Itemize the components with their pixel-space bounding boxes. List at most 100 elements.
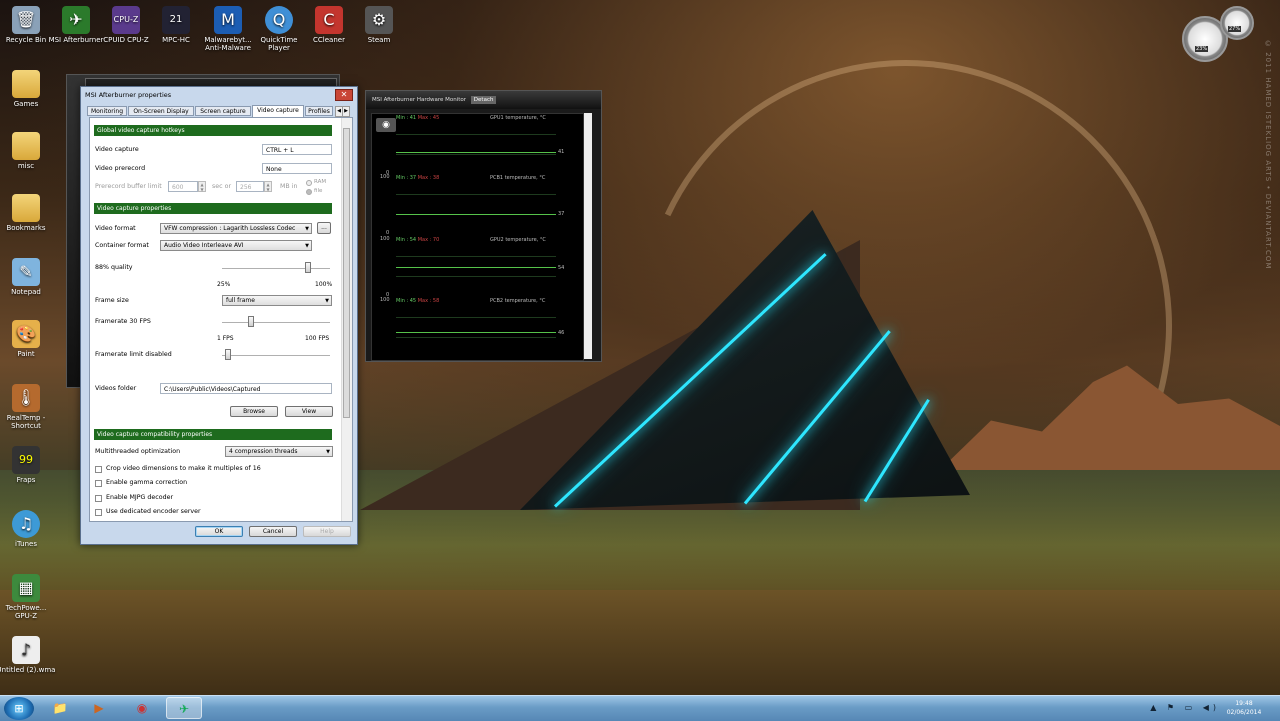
taskbar-media-player-icon[interactable]: ▶: [81, 697, 117, 719]
desktop-icon-paint[interactable]: 🎨 Paint: [0, 320, 56, 358]
mpc-hc-icon: 21: [162, 6, 190, 34]
video-prerecord-hotkey-field[interactable]: None: [262, 163, 332, 174]
prerecord-mb-spinner[interactable]: ▲ ▼: [264, 181, 272, 192]
recycle-bin-icon: 🗑: [12, 6, 40, 34]
memory-gauge-label: 27%: [1228, 26, 1242, 32]
steam-icon: ⚙: [365, 6, 393, 34]
taskbar-msi-afterburner-icon[interactable]: ✈: [166, 697, 202, 719]
desktop-icon-steam[interactable]: ⚙ Steam: [349, 6, 409, 44]
crop-checkbox-label: Crop video dimensions to make it multipl…: [106, 465, 261, 472]
folder-icon: [12, 132, 40, 160]
tab-screen-capture[interactable]: Screen capture: [195, 106, 251, 116]
graph-title: GPU1 temperature, °C: [490, 115, 546, 121]
panel-scrollbar-thumb[interactable]: [343, 128, 350, 418]
graph-line: [396, 214, 556, 215]
start-button[interactable]: ⊞: [4, 697, 34, 720]
view-button[interactable]: View: [285, 406, 333, 417]
video-capture-panel: Global video capture hotkeys Video captu…: [89, 117, 353, 522]
close-icon[interactable]: ✕: [335, 89, 353, 101]
hwmon-scrollbar[interactable]: [584, 113, 592, 359]
prerecord-seconds-field[interactable]: 600: [168, 181, 198, 192]
desktop-icon-itunes[interactable]: ♫ iTunes: [0, 510, 56, 548]
prerecord-seconds-spinner[interactable]: ▲ ▼: [198, 181, 206, 192]
paint-icon: 🎨: [12, 320, 40, 348]
video-prerecord-label: Video prerecord: [95, 165, 146, 172]
mjpg-checkbox[interactable]: [95, 495, 102, 502]
ram-radio[interactable]: [306, 180, 312, 186]
graph-pcb2-temperature: 100 Min : 45 Max : 58 PCB2 temperature, …: [372, 297, 583, 357]
panel-scrollbar[interactable]: [341, 118, 352, 521]
desktop-icon-games[interactable]: Games: [0, 70, 56, 108]
video-capture-hotkey-field[interactable]: CTRL + L: [262, 144, 332, 155]
cpu-meter-gadget[interactable]: 23% 27%: [1180, 6, 1266, 62]
quicktime-icon: Q: [265, 6, 293, 34]
clock[interactable]: 19:48 02/06/2014: [1222, 699, 1266, 717]
hardware-monitor-window[interactable]: MSI Afterburner Hardware Monitor Detach …: [365, 90, 602, 362]
ok-button[interactable]: OK: [195, 526, 243, 537]
quality-slider-track[interactable]: [222, 268, 330, 269]
framerate-label: Framerate 30 FPS: [95, 318, 151, 325]
msi-afterburner-icon: ✈: [62, 6, 90, 34]
videos-folder-field[interactable]: C:\Users\Public\Videos\Captured: [160, 383, 332, 394]
video-format-settings-button[interactable]: ...: [317, 222, 331, 234]
hwmon-detach-button[interactable]: Detach: [470, 96, 497, 104]
memory-gauge-icon: [1220, 6, 1254, 40]
mjpg-checkbox-label: Enable MJPG decoder: [106, 494, 174, 501]
file-radio[interactable]: [306, 189, 312, 195]
tab-scroll-right-icon[interactable]: ▶: [342, 106, 350, 117]
desktop-icon-bookmarks[interactable]: Bookmarks: [0, 194, 56, 232]
desktop-icon-fraps[interactable]: 99 Fraps: [0, 446, 56, 484]
chevron-down-icon: ▼: [305, 226, 309, 232]
multithreaded-select[interactable]: 4 compression threads ▼: [225, 446, 333, 457]
desktop-icon-mpc-hc[interactable]: 21 MPC-HC: [146, 6, 206, 44]
graph-gridline: [396, 337, 556, 338]
framerate-limit-label: Framerate limit disabled: [95, 351, 172, 358]
tab-profiles[interactable]: Profiles: [305, 106, 333, 116]
browse-button[interactable]: Browse: [230, 406, 278, 417]
crop-checkbox[interactable]: [95, 466, 102, 473]
taskbar-chrome-icon[interactable]: ◉: [124, 697, 160, 719]
desktop-icon-wma-file[interactable]: ♪ Untitled (2).wma: [0, 636, 56, 674]
encoder-server-checkbox[interactable]: [95, 509, 102, 516]
framerate-slider-track[interactable]: [222, 322, 330, 323]
framerate-min-label: 1 FPS: [217, 335, 234, 342]
graph-line: [396, 152, 556, 153]
tab-video-capture[interactable]: Video capture: [252, 105, 304, 117]
graph-minmax: Min : 54 Max : 70: [396, 237, 440, 243]
chevron-down-icon: ▼: [305, 243, 309, 249]
taskbar-explorer-icon[interactable]: 📁: [42, 697, 78, 719]
section-hotkeys: Global video capture hotkeys: [94, 125, 332, 136]
section-compat: Video capture compatibility properties: [94, 429, 332, 440]
taskbar: ⊞ 📁 ▶ ◉ ✈ ▲ ⚑ ▭ ◀) 19:48 02/06/2014: [0, 695, 1280, 721]
hwmon-header[interactable]: MSI Afterburner Hardware Monitor Detach: [366, 91, 601, 109]
gpuz-icon: ▦: [12, 574, 40, 602]
tab-monitoring[interactable]: Monitoring: [87, 106, 127, 116]
help-button[interactable]: Help: [303, 526, 351, 537]
cancel-button[interactable]: Cancel: [249, 526, 297, 537]
framerate-limit-slider-thumb[interactable]: [225, 349, 231, 360]
desktop-icon-misc[interactable]: misc: [0, 132, 56, 170]
frame-size-select[interactable]: full frame ▼: [222, 295, 332, 306]
sec-or-label: sec or: [212, 183, 232, 190]
ram-radio-label: RAM: [314, 179, 327, 185]
framerate-slider-thumb[interactable]: [248, 316, 254, 327]
mb-in-label: MB in: [280, 183, 298, 190]
prerecord-mb-field[interactable]: 256: [236, 181, 264, 192]
quality-slider-thumb[interactable]: [305, 262, 311, 273]
video-format-select[interactable]: VFW compression : Lagarith Lossless Code…: [160, 223, 312, 234]
gamma-checkbox[interactable]: [95, 480, 102, 487]
desktop-icon-realtemp[interactable]: 🌡 RealTemp - Shortcut: [0, 384, 56, 430]
desktop-icon-gpuz[interactable]: ▦ TechPowe... GPU-Z: [0, 574, 56, 620]
properties-dialog[interactable]: MSI Afterburner properties ✕ Monitoring …: [80, 86, 358, 545]
video-format-label: Video format: [95, 225, 136, 232]
ccleaner-icon: C: [315, 6, 343, 34]
graph-gridline: [396, 154, 556, 155]
framerate-limit-slider-track[interactable]: [222, 355, 330, 356]
container-format-select[interactable]: Audio Video Interleave AVI ▼: [160, 240, 312, 251]
graph-current-value: 37: [558, 211, 565, 217]
graph-title: PCB1 temperature, °C: [490, 175, 546, 181]
system-tray[interactable]: ▲ ⚑ ▭ ◀): [1150, 703, 1220, 712]
desktop-icon-notepad[interactable]: ✎ Notepad: [0, 258, 56, 296]
tab-on-screen-display[interactable]: On-Screen Display: [128, 106, 194, 116]
encoder-server-checkbox-label: Use dedicated encoder server: [106, 508, 201, 515]
